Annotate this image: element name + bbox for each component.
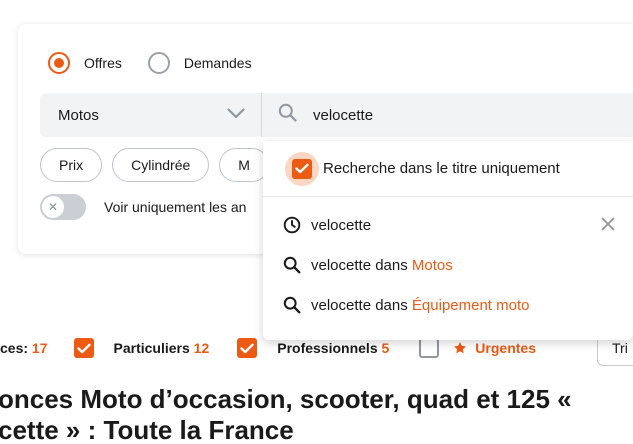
radio-offres-label: Offres [84,55,122,71]
history-suggestion-text: velocette [311,216,372,234]
toggle-switch[interactable]: ✕ [40,194,86,220]
suggestion-query: velocette [311,256,372,274]
seller-professionnels-count: 5 [381,340,390,356]
check-icon [295,163,309,174]
seller-particuliers-count: 12 [193,340,210,356]
chevron-down-icon [227,106,245,124]
seller-particuliers[interactable]: Particuliers 12 [73,338,210,358]
seller-particuliers-label: Particuliers [113,340,190,356]
category-suggestion[interactable]: velocette dans Motos [263,245,633,285]
category-select-value: Motos [58,106,99,124]
clock-icon [283,216,301,234]
seller-partial-count: 17 [31,340,48,356]
toggle-label: Voir uniquement les an [104,199,247,215]
page-title-line-2: cette » : Toute la France [0,415,294,444]
chip-cylindree[interactable]: Cylindrée [112,148,210,182]
urgent-label: Urgentes [475,340,536,356]
radio-demandes[interactable]: Demandes [147,52,252,74]
suggestion-category: Équipement moto [411,296,530,314]
category-suggestion-text: velocette dans Équipement moto [311,297,530,314]
search-suggestions-dropdown: Recherche dans le titre uniquement veloc… [263,141,633,340]
search-bar: Motos [40,93,633,137]
chip-more[interactable]: M [219,148,269,182]
category-suggestion-text: velocette dans Motos [311,257,453,274]
page-title: onces Moto d’occasion, scooter, quad et … [0,384,633,444]
checkbox-particuliers[interactable] [73,338,94,358]
seller-professionnels-label: Professionnels [277,340,378,356]
suggestion-category: Motos [411,256,453,274]
category-suggestion[interactable]: velocette dans Équipement moto [263,285,633,325]
radio-demandes-label: Demandes [183,55,252,71]
seller-partial-label: ces: [0,340,29,356]
title-only-option[interactable]: Recherche dans le titre uniquement [263,141,633,197]
search-icon [283,296,301,314]
chip-prix[interactable]: Prix [40,148,103,182]
ad-type-radio-group: Offres Demandes [48,52,278,74]
suggestion-connector: dans [375,256,408,274]
search-field[interactable] [262,93,633,137]
seller-partial[interactable]: ces: 17 [0,340,48,356]
radio-demandes-indicator[interactable] [147,52,170,74]
search-input[interactable] [313,106,593,124]
search-icon [283,256,301,274]
page-title-line-1: onces Moto d’occasion, scooter, quad et … [0,384,572,414]
title-only-checkbox[interactable] [292,158,312,179]
checkbox-urgentes[interactable] [419,338,440,358]
star-icon [453,341,467,355]
title-only-checkbox-halo [285,151,319,186]
check-icon [240,343,254,353]
check-icon [76,343,91,353]
history-suggestion[interactable]: velocette [263,205,633,245]
category-select[interactable]: Motos [40,93,262,137]
close-icon: ✕ [42,196,64,218]
title-only-label: Recherche dans le titre uniquement [323,160,560,177]
urgent-filter[interactable]: Urgentes [419,338,536,358]
close-icon[interactable] [601,217,615,236]
search-icon [278,103,297,127]
radio-offres-indicator[interactable] [48,52,70,74]
checkbox-professionnels[interactable] [237,338,258,358]
seller-professionnels[interactable]: Professionnels 5 [237,338,389,358]
suggestion-query: velocette [311,296,372,314]
suggestion-connector: dans [375,296,408,314]
toggle-row: ✕ Voir uniquement les an [40,194,246,220]
sort-select-label: Tri [612,340,628,356]
filter-chips: Prix Cylindrée M [40,148,279,182]
radio-offres[interactable]: Offres [48,52,122,74]
